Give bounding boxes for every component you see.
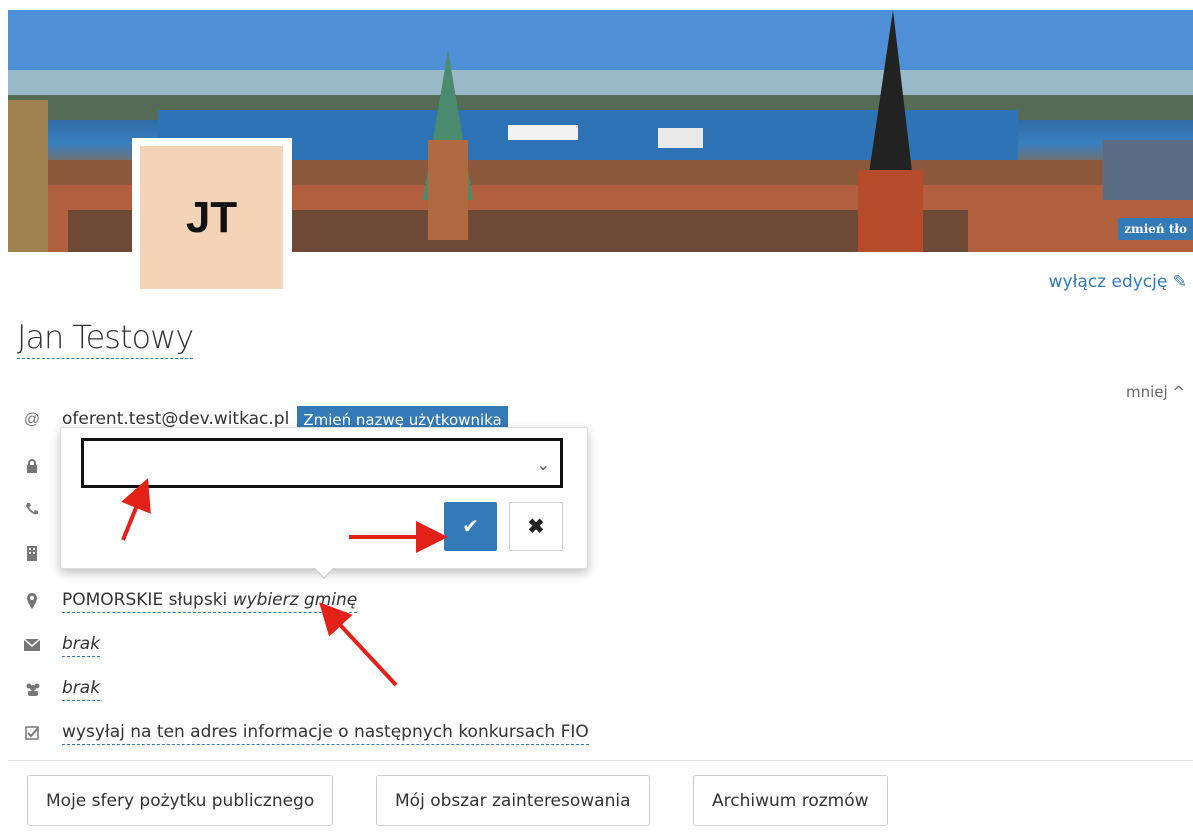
cancel-button[interactable]: ✖ xyxy=(509,502,563,551)
building-icon xyxy=(24,545,40,561)
users-icon xyxy=(24,681,40,697)
newsletter-row: wysyłaj na ten adres informacje o następ… xyxy=(24,721,589,745)
close-icon: ✖ xyxy=(527,516,545,538)
mail-value[interactable]: brak xyxy=(62,633,101,657)
group-value-text: brak xyxy=(62,677,101,698)
confirm-button[interactable]: ✔ xyxy=(444,502,497,551)
password-row xyxy=(24,454,62,478)
location-value[interactable]: POMORSKIE słupski wybierz gminę xyxy=(62,589,358,613)
profile-name[interactable]: Jan Testowy xyxy=(17,318,194,359)
lock-icon xyxy=(24,458,40,474)
commune-edit-popover: ⌄ ✔ ✖ xyxy=(60,427,588,579)
tab-public-benefit[interactable]: Moje sfery pożytku publicznego xyxy=(27,775,334,826)
map-marker-icon xyxy=(24,593,40,609)
avatar[interactable]: JT xyxy=(132,138,292,298)
location-commune: wybierz gminę xyxy=(232,589,358,610)
section-divider xyxy=(8,760,1193,761)
edit-icon: ✎ xyxy=(1172,272,1187,292)
newsletter-value[interactable]: wysyłaj na ten adres informacje o następ… xyxy=(62,722,589,745)
disable-edit-link[interactable]: wyłącz edycję ✎ xyxy=(1049,272,1187,292)
collapse-link[interactable]: mniej ^ xyxy=(1126,383,1185,401)
group-value[interactable]: brak xyxy=(62,677,101,701)
checkbox-checked-icon[interactable] xyxy=(24,725,40,741)
check-icon: ✔ xyxy=(462,516,479,538)
annotation-arrow-commune xyxy=(319,602,398,687)
at-icon: @ xyxy=(23,411,41,428)
phone-icon xyxy=(24,501,40,517)
tab-interest-area[interactable]: Mój obszar zainteresowania xyxy=(376,775,650,826)
envelope-icon xyxy=(24,637,40,653)
change-background-button[interactable]: zmień tło xyxy=(1118,218,1193,240)
location-row: POMORSKIE słupski wybierz gminę xyxy=(24,589,358,613)
location-region: POMORSKIE xyxy=(62,589,164,610)
mail-value-text: brak xyxy=(62,633,101,654)
group-row: brak xyxy=(24,677,101,701)
location-county: słupski xyxy=(168,589,228,610)
chevron-down-icon: ⌄ xyxy=(536,457,550,474)
commune-select[interactable]: ⌄ xyxy=(81,438,563,488)
popover-arrow xyxy=(313,567,335,579)
avatar-initials: JT xyxy=(140,146,283,289)
phone-row xyxy=(24,497,62,521)
disable-edit-label: wyłącz edycję xyxy=(1048,272,1168,292)
mail-row: brak xyxy=(24,633,101,657)
tab-chat-archive[interactable]: Archiwum rozmów xyxy=(693,775,888,826)
